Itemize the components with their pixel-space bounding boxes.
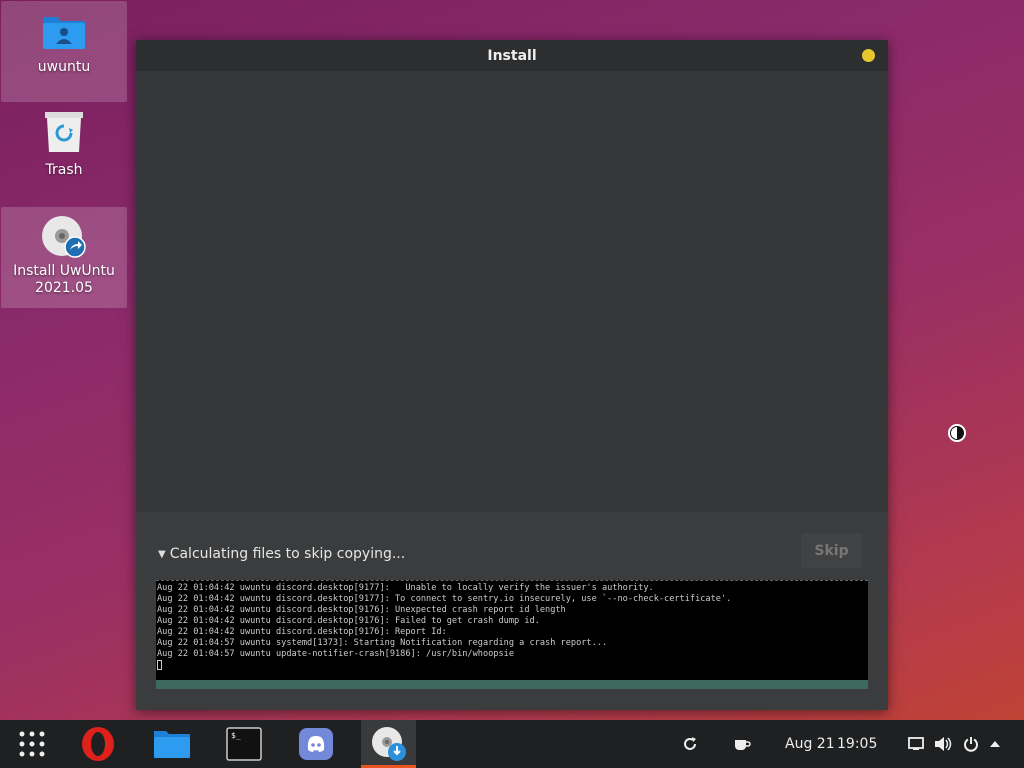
display-button[interactable] <box>906 720 926 768</box>
skip-button[interactable]: Skip <box>801 533 862 568</box>
installer-progress-panel: ▼ Calculating files to skip copying... S… <box>136 512 888 710</box>
display-icon <box>908 737 924 750</box>
taskbar-files[interactable] <box>144 720 200 768</box>
chevron-up-icon <box>990 741 1000 747</box>
taskbar: $_ Aug 21 19:05 <box>0 720 1024 768</box>
progress-status-text: Calculating files to skip copying... <box>169 546 406 562</box>
taskbar-installer[interactable] <box>361 720 416 768</box>
disc-install-icon <box>41 215 87 259</box>
log-line: Aug 22 01:04:42 uwuntu discord.desktop[9… <box>157 605 566 615</box>
files-icon <box>154 731 190 758</box>
log-line: Aug 22 01:04:42 uwuntu discord.desktop[9… <box>157 616 540 626</box>
desktop-icon-installer[interactable]: Install UwUntu 2021.05 <box>1 207 127 308</box>
installer-slideshow-area <box>136 71 888 512</box>
refresh-button[interactable] <box>676 720 704 768</box>
svg-text:$_: $_ <box>231 731 241 740</box>
chevron-down-icon: ▼ <box>158 548 166 560</box>
discord-icon <box>299 728 333 760</box>
log-line: Aug 22 01:04:42 uwuntu discord.desktop[9… <box>157 583 654 593</box>
installer-icon <box>371 727 406 761</box>
log-line: Aug 22 01:04:42 uwuntu discord.desktop[9… <box>157 594 732 604</box>
folder-home-icon <box>41 11 87 55</box>
power-button[interactable] <box>961 720 981 768</box>
taskbar-opera[interactable] <box>70 720 126 768</box>
clock-time[interactable]: 19:05 <box>837 736 877 752</box>
desktop-icon-label: uwuntu <box>37 59 91 75</box>
desktop-icon-trash[interactable]: Trash <box>1 104 127 205</box>
progress-expander[interactable]: ▼ Calculating files to skip copying... <box>158 546 405 562</box>
log-line: Aug 22 01:04:57 uwuntu update-notifier-c… <box>157 649 514 659</box>
desktop-icon-label: Trash <box>45 162 83 178</box>
clock-date[interactable]: Aug 21 <box>785 736 835 752</box>
install-log-terminal[interactable]: Aug 22 01:04:42 uwuntu discord.desktop[9… <box>156 580 868 680</box>
desktop-icon-label: Install UwUntu 2021.05 <box>13 263 115 296</box>
window-control-dot[interactable] <box>862 49 875 62</box>
installer-window: Install ▼ Calculating files to skip copy… <box>136 40 888 710</box>
apps-grid-icon <box>19 731 45 757</box>
taskbar-discord[interactable] <box>288 720 344 768</box>
coffee-cup-icon <box>735 740 751 750</box>
caffeine-button[interactable] <box>728 720 756 768</box>
window-title: Install <box>487 47 537 64</box>
install-progress-bar <box>156 680 868 689</box>
window-titlebar[interactable]: Install <box>136 40 888 71</box>
desktop-icon-home[interactable]: uwuntu <box>1 1 127 102</box>
refresh-icon <box>684 737 696 750</box>
volume-button[interactable] <box>933 720 953 768</box>
terminal-icon: $_ <box>226 727 262 761</box>
taskbar-terminal[interactable]: $_ <box>216 720 272 768</box>
trash-icon <box>43 110 85 158</box>
busy-cursor-icon <box>947 423 967 447</box>
log-line: Aug 22 01:04:57 uwuntu systemd[1373]: St… <box>157 638 608 648</box>
opera-icon <box>82 727 114 761</box>
tray-expand-button[interactable] <box>986 720 1004 768</box>
volume-icon <box>935 737 952 751</box>
terminal-cursor <box>157 660 162 670</box>
power-icon <box>964 737 978 752</box>
app-launcher-button[interactable] <box>8 720 56 768</box>
log-line: Aug 22 01:04:42 uwuntu discord.desktop[9… <box>157 627 447 637</box>
